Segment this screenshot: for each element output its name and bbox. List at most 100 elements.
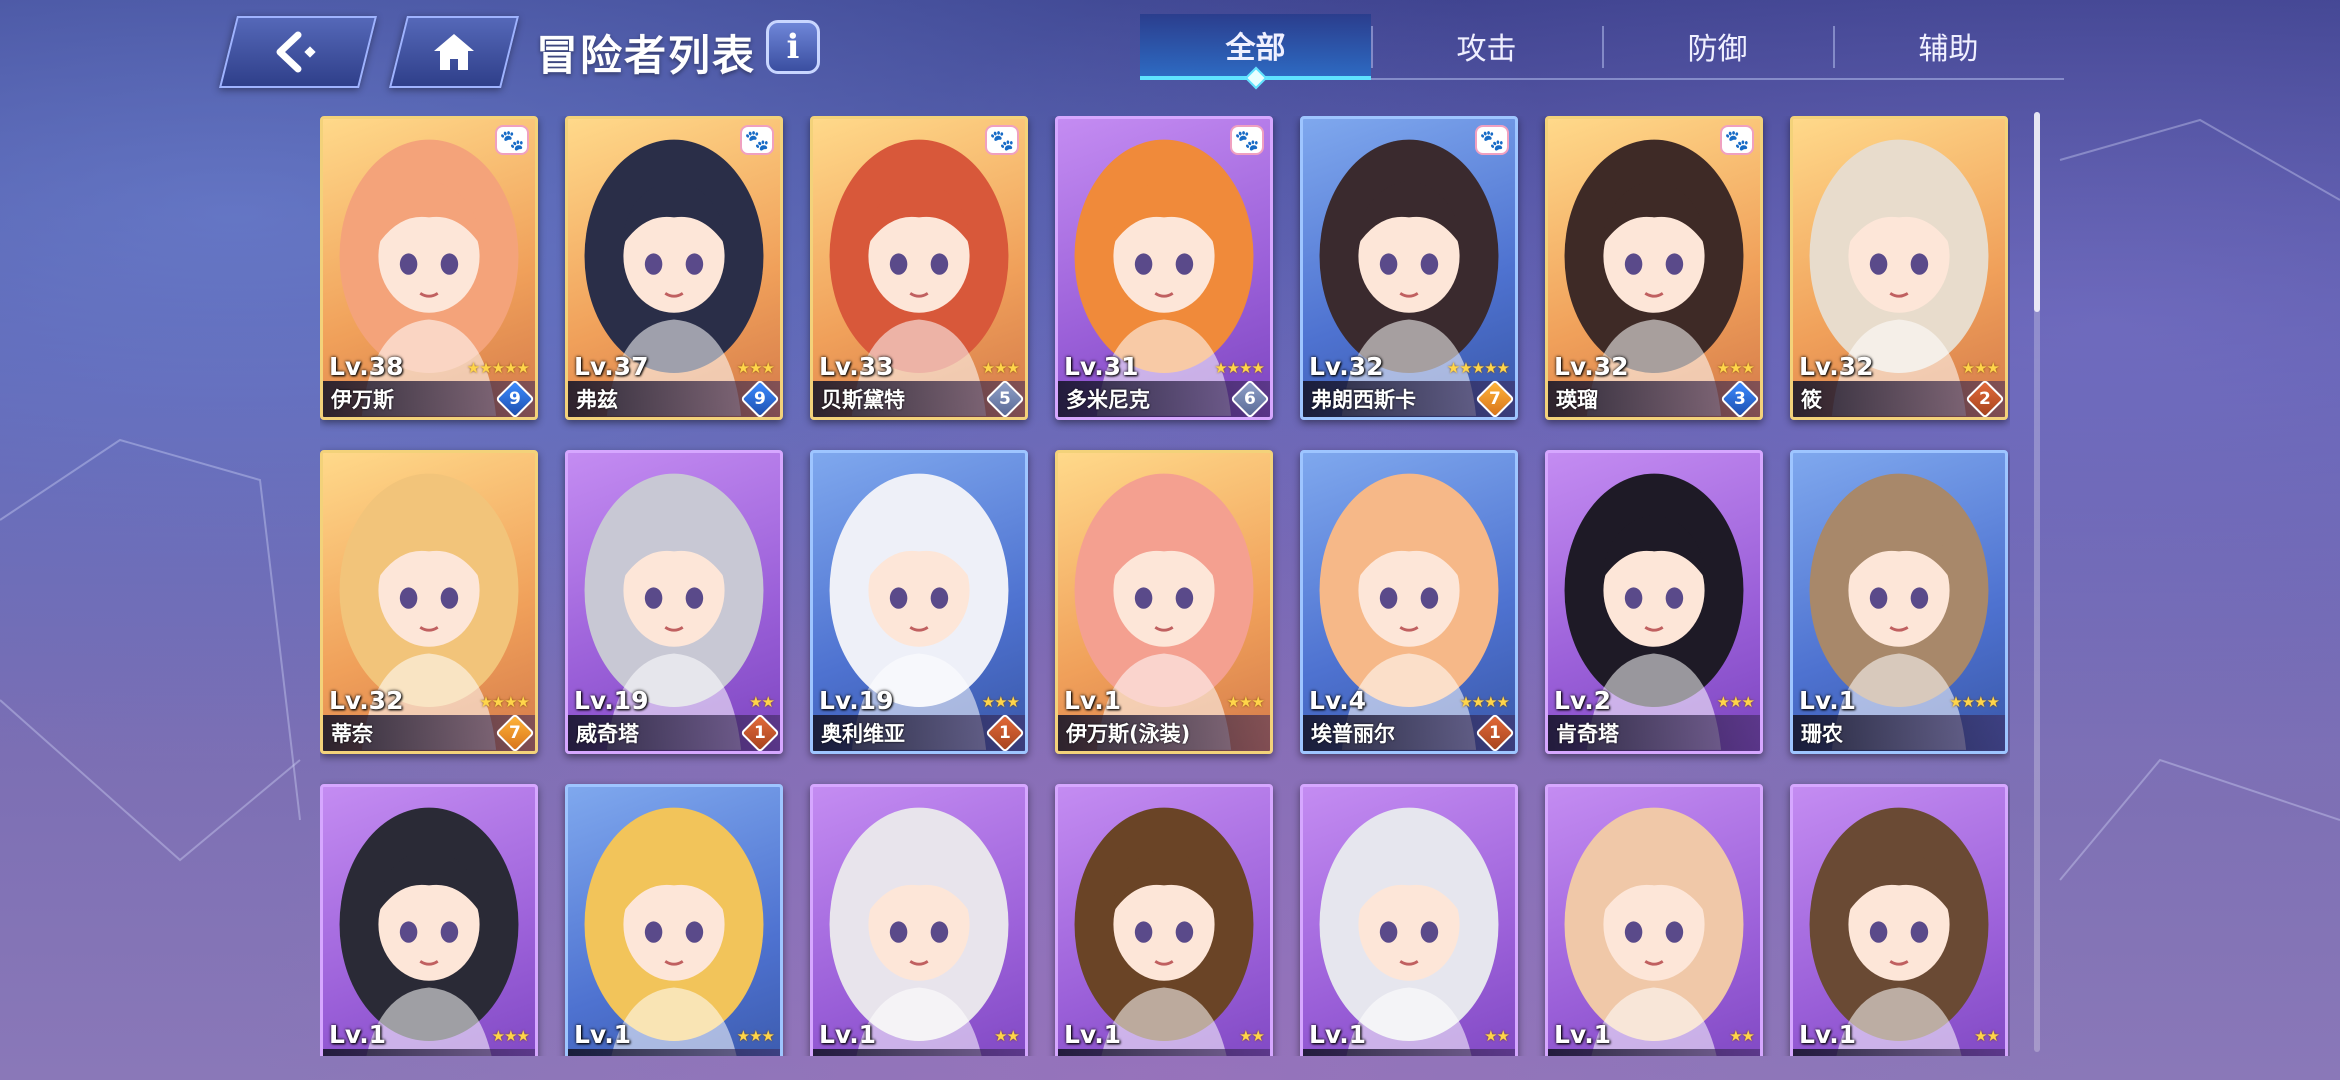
card-name: 贝斯黛特: [821, 388, 905, 412]
card-name: 肯奇塔: [1556, 722, 1619, 746]
card-stars: ★★★★★: [1446, 359, 1510, 377]
card-name: 珊农: [1801, 722, 1843, 746]
adventurer-card[interactable]: Lv.1 ★★: [1300, 784, 1518, 1056]
adventurer-card[interactable]: Lv.1 ★★★: [320, 784, 538, 1056]
adventurer-card[interactable]: Lv.1 ★★★ 伊万斯(泳装): [1055, 450, 1273, 754]
adventurer-card[interactable]: Lv.1 ★★: [1790, 784, 2008, 1056]
card-namebar: 珊农: [1793, 715, 2005, 751]
paw-icon: 🐾: [985, 125, 1019, 155]
card-stars: ★★★: [981, 359, 1020, 377]
card-level: Lv.4: [1309, 686, 1367, 715]
tab-attack[interactable]: 攻击: [1371, 14, 1602, 80]
card-name: 瑛瑠: [1556, 388, 1598, 412]
portrait-image: [584, 807, 764, 1056]
card-level: Lv.19: [819, 686, 894, 715]
card-stars: ★★★: [981, 693, 1020, 711]
scrollbar[interactable]: [2034, 112, 2040, 1052]
card-stars: ★★★: [1716, 359, 1755, 377]
portrait-image: [1074, 807, 1254, 1056]
card-level: Lv.1: [1799, 1020, 1857, 1049]
card-level: Lv.1: [1799, 686, 1857, 715]
card-level: Lv.1: [1309, 1020, 1367, 1049]
adventurer-card[interactable]: Lv.1 ★★: [1055, 784, 1273, 1056]
grade-number: 9: [509, 389, 521, 409]
adventurer-card[interactable]: Lv.32 ★★★ 筱 2: [1790, 116, 2008, 420]
grade-number: 3: [1734, 389, 1746, 409]
info-icon: i: [786, 27, 800, 67]
card-stars: ★★★: [491, 1027, 530, 1045]
adventurer-card[interactable]: 🐾 Lv.33 ★★★ 贝斯黛特 5: [810, 116, 1028, 420]
adventurer-card[interactable]: Lv.1 ★★★: [565, 784, 783, 1056]
adventurer-card[interactable]: 🐾 Lv.37 ★★★ 弗兹 9: [565, 116, 783, 420]
grade-number: 7: [1489, 389, 1501, 409]
page-title: 冒险者列表: [536, 31, 757, 80]
card-namebar: 肯奇塔: [1548, 715, 1760, 751]
card-name: 多米尼克: [1066, 388, 1150, 412]
adventurer-card[interactable]: Lv.19 ★★★ 奥利维亚 1: [810, 450, 1028, 754]
card-name: 蒂奈: [331, 722, 373, 746]
card-namebar: 伊万斯(泳装): [1058, 715, 1270, 751]
card-name: 伊万斯(泳装): [1066, 722, 1191, 746]
home-button[interactable]: [389, 16, 519, 88]
card-stars: ★★★★★: [466, 359, 530, 377]
tab-all[interactable]: 全部: [1140, 14, 1371, 80]
back-button[interactable]: [219, 16, 377, 88]
top-bar: 冒险者列表 i 全部 攻击 防御 辅助: [0, 0, 2340, 100]
card-stars: ★★★: [1716, 693, 1755, 711]
card-level: Lv.32: [329, 686, 404, 715]
card-stars: ★★: [1974, 1027, 2000, 1045]
tab-defense[interactable]: 防御: [1602, 14, 1833, 80]
grade-number: 9: [754, 389, 766, 409]
back-arrow-icon: [276, 31, 316, 73]
paw-icon: 🐾: [1475, 125, 1509, 155]
card-stars: ★★★★: [479, 693, 530, 711]
card-stars: ★★★: [1226, 693, 1265, 711]
card-level: Lv.19: [574, 686, 649, 715]
grade-number: 6: [1244, 389, 1256, 409]
adventurer-card[interactable]: 🐾 Lv.32 ★★★ 瑛瑠 3: [1545, 116, 1763, 420]
adventurer-card[interactable]: Lv.19 ★★ 威奇塔 1: [565, 450, 783, 754]
card-level: Lv.32: [1309, 352, 1384, 381]
card-level: Lv.32: [1799, 352, 1874, 381]
grade-number: 2: [1979, 389, 1991, 409]
adventurer-card[interactable]: 🐾 Lv.31 ★★★★ 多米尼克 6: [1055, 116, 1273, 420]
card-name: 威奇塔: [576, 722, 639, 746]
adventurer-grid: 🐾 Lv.38 ★★★★★ 伊万斯 9 🐾 Lv.37 ★★★ 弗兹 9 🐾 L…: [320, 116, 2010, 1056]
card-level: Lv.1: [574, 1020, 632, 1049]
paw-icon: 🐾: [495, 125, 529, 155]
adventurer-card[interactable]: 🐾 Lv.38 ★★★★★ 伊万斯 9: [320, 116, 538, 420]
card-stars: ★★★★: [1214, 359, 1265, 377]
card-namebar: [1303, 1049, 1515, 1056]
tab-support[interactable]: 辅助: [1833, 14, 2064, 80]
card-namebar: [1793, 1049, 2005, 1056]
portrait-image: [1809, 807, 1989, 1056]
adventurer-card[interactable]: Lv.32 ★★★★ 蒂奈 7: [320, 450, 538, 754]
adventurer-card[interactable]: Lv.2 ★★★ 肯奇塔: [1545, 450, 1763, 754]
card-namebar: [1058, 1049, 1270, 1056]
card-level: Lv.38: [329, 352, 404, 381]
card-stars: ★★: [1484, 1027, 1510, 1045]
grade-number: 1: [1489, 723, 1501, 743]
card-namebar: [1548, 1049, 1760, 1056]
card-name: 埃普丽尔: [1311, 722, 1395, 746]
card-level: Lv.1: [329, 1020, 387, 1049]
home-icon: [434, 34, 474, 70]
adventurer-card[interactable]: Lv.1 ★★: [810, 784, 1028, 1056]
portrait-image: [1319, 807, 1499, 1056]
card-namebar: [813, 1049, 1025, 1056]
adventurer-card[interactable]: Lv.4 ★★★★ 埃普丽尔 1: [1300, 450, 1518, 754]
card-name: 筱: [1801, 388, 1822, 412]
grade-number: 5: [999, 389, 1011, 409]
card-stars: ★★★: [736, 359, 775, 377]
adventurer-card[interactable]: Lv.1 ★★: [1545, 784, 1763, 1056]
filter-tabs: 全部 攻击 防御 辅助: [1140, 14, 2064, 80]
card-stars: ★★★: [736, 1027, 775, 1045]
card-name: 弗朗西斯卡: [1311, 388, 1416, 412]
scrollbar-thumb[interactable]: [2034, 112, 2040, 312]
grade-number: 1: [999, 723, 1011, 743]
adventurer-card[interactable]: Lv.1 ★★★★ 珊农: [1790, 450, 2008, 754]
adventurer-card[interactable]: 🐾 Lv.32 ★★★★★ 弗朗西斯卡 7: [1300, 116, 1518, 420]
portrait-image: [339, 807, 519, 1056]
card-level: Lv.1: [1064, 686, 1122, 715]
info-button[interactable]: i: [766, 20, 820, 74]
